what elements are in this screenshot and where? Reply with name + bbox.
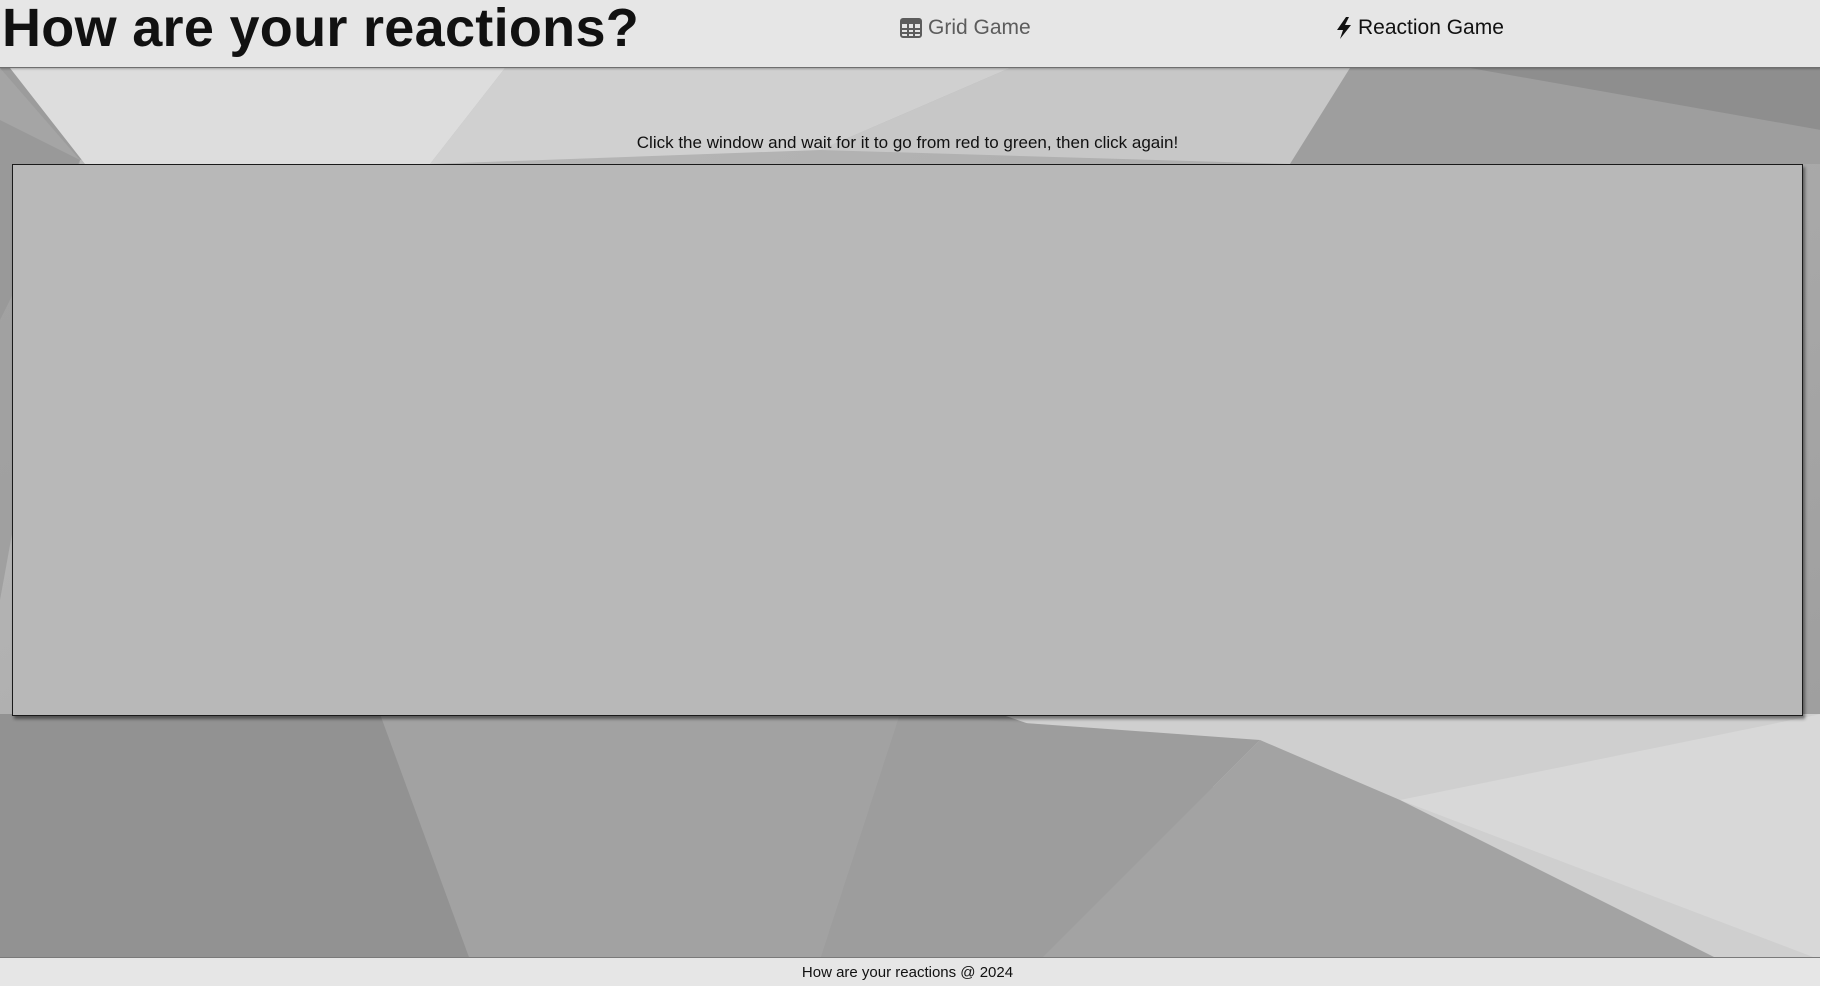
nav-grid-game-label: Grid Game — [928, 16, 1031, 39]
page: How are your reactions? Grid Game Reacti… — [0, 0, 1821, 986]
nav-reaction-game[interactable]: Reaction Game — [1336, 14, 1504, 42]
site-header: How are your reactions? Grid Game Reacti… — [0, 0, 1821, 68]
nav-reaction-game-label: Reaction Game — [1358, 16, 1504, 39]
nav-grid-game[interactable]: Grid Game — [900, 14, 1031, 42]
site-title: How are your reactions? — [2, 0, 640, 58]
grid-icon — [900, 18, 922, 38]
reaction-game-window[interactable] — [12, 164, 1803, 716]
instructions-text: Click the window and wait for it to go f… — [636, 133, 1179, 152]
footer-text: How are your reactions @ 2024 — [801, 964, 1014, 981]
site-footer: How are your reactions @ 2024 — [0, 957, 1821, 986]
lightning-bolt-icon — [1336, 17, 1352, 39]
